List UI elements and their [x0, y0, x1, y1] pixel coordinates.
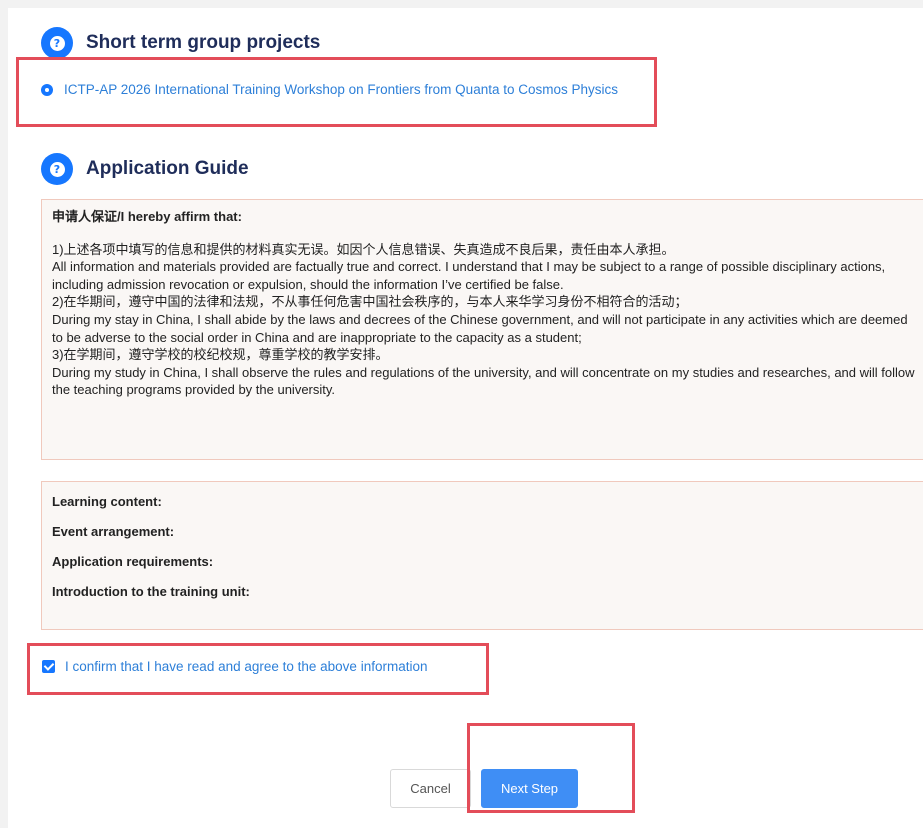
affirmation-line: 2)在华期间，遵守中国的法律和法规，不从事任何危害中国社会秩序的，与本人来华学习…	[52, 294, 688, 310]
short-term-section-header: ? Short term group projects	[41, 27, 320, 59]
affirmation-title: 申请人保证/I hereby affirm that:	[52, 209, 242, 224]
highlight-box-project	[16, 57, 657, 127]
guide-title: Application Guide	[86, 158, 249, 179]
training-unit-label: Introduction to the training unit:	[52, 584, 250, 599]
learning-content-label: Learning content:	[52, 494, 162, 509]
guide-section-header: ? Application Guide	[41, 153, 249, 185]
highlight-box-confirm	[27, 643, 489, 695]
affirmation-line: 1)上述各项中填写的信息和提供的材料真实无误。如因个人信息错误、失真造成不良后果…	[52, 241, 675, 257]
application-requirements-label: Application requirements:	[52, 554, 214, 569]
affirmation-line: During my stay in China, I shall abide b…	[52, 311, 908, 345]
affirmation-line: During my study in China, I shall observ…	[52, 364, 915, 398]
short-term-title: Short term group projects	[86, 32, 321, 53]
cancel-button[interactable]: Cancel	[390, 769, 471, 808]
question-circle-icon: ?	[41, 153, 73, 185]
highlight-box-next	[467, 723, 635, 813]
affirmation-line: 3)在学期间，遵守学校的校纪校规，尊重学校的教学安排。	[52, 347, 389, 363]
affirmation-line: All information and materials provided a…	[52, 259, 886, 292]
question-circle-icon: ?	[41, 27, 73, 59]
event-arrangement-label: Event arrangement:	[52, 524, 175, 539]
affirmation-panel: 申请人保证/I hereby affirm that: 1)上述各项中填写的信息…	[41, 199, 923, 460]
project-info-panel: Learning content: Event arrangement: App…	[41, 481, 923, 630]
